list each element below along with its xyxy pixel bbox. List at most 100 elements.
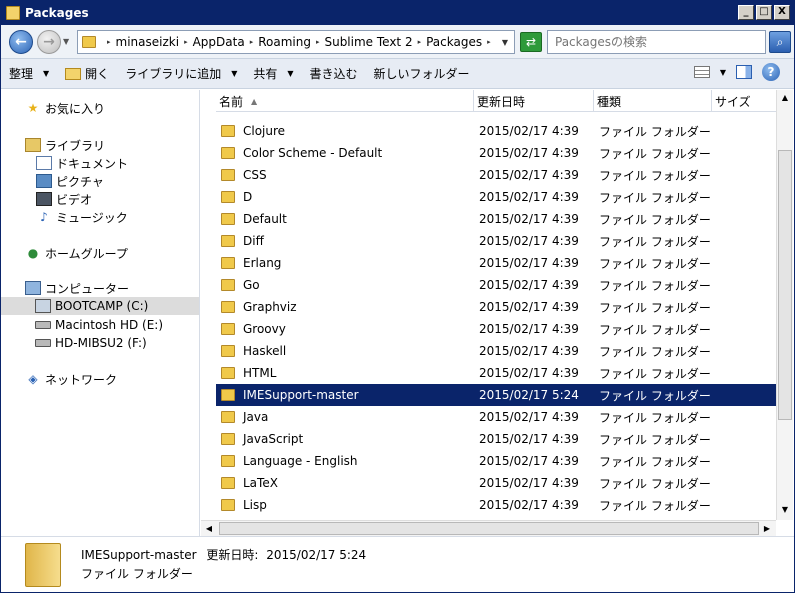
burn-button[interactable]: 書き込む <box>302 62 366 86</box>
new-folder-button[interactable]: 新しいフォルダー <box>366 62 478 86</box>
folder-icon <box>221 125 235 137</box>
file-type-cell: ファイル フォルダー <box>599 322 711 337</box>
breadcrumb-item[interactable]: minaseizki <box>116 35 180 49</box>
search-icon[interactable]: ⌕ <box>769 31 791 53</box>
preview-pane-icon[interactable] <box>736 65 752 79</box>
table-row[interactable]: Clojure 2015/02/17 4:39 ファイル フォルダー <box>216 120 776 142</box>
search-input[interactable] <box>547 30 766 54</box>
sidebar-item-computer[interactable]: コンピューター <box>25 279 129 297</box>
file-date-cell: 2015/02/17 4:39 <box>479 344 579 358</box>
recent-pages-chevron-down-icon[interactable]: ▼ <box>63 37 69 46</box>
table-row[interactable]: Lisp 2015/02/17 4:39 ファイル フォルダー <box>216 494 776 516</box>
view-details-icon[interactable] <box>693 66 710 78</box>
file-date-cell: 2015/02/17 4:39 <box>479 432 579 446</box>
breadcrumb-item[interactable]: Packages <box>426 35 482 49</box>
scroll-down-icon[interactable]: ▼ <box>777 502 793 518</box>
sidebar-item-pictures[interactable]: ピクチャ <box>36 172 104 190</box>
sidebar-item-drive-e[interactable]: Macintosh HD (E:) <box>35 316 163 334</box>
table-row[interactable]: Graphviz 2015/02/17 4:39 ファイル フォルダー <box>216 296 776 318</box>
open-folder-icon <box>65 67 82 80</box>
file-date-cell: 2015/02/17 4:39 <box>479 410 579 424</box>
file-date-cell: 2015/02/17 4:39 <box>479 454 579 468</box>
breadcrumb-chevron-icon[interactable]: ▸ <box>487 38 491 46</box>
scroll-up-icon[interactable]: ▲ <box>777 90 793 106</box>
organize-button[interactable]: 整理 ▼ <box>1 62 57 86</box>
table-row[interactable]: D 2015/02/17 4:39 ファイル フォルダー <box>216 186 776 208</box>
breadcrumb[interactable]: ▸ minaseizki ▸ AppData ▸ Roaming ▸ Subli… <box>77 30 515 54</box>
minimize-button[interactable]: _ <box>738 5 754 20</box>
open-button[interactable]: 開く <box>57 62 117 86</box>
chevron-down-icon[interactable]: ▼ <box>720 68 726 77</box>
sidebar-item-videos[interactable]: ビデオ <box>36 190 92 208</box>
sidebar-item-music[interactable]: ♪ ミュージック <box>36 208 128 226</box>
video-icon <box>36 192 52 206</box>
table-row[interactable]: Language - English 2015/02/17 4:39 ファイル フォ… <box>216 450 776 472</box>
file-name-cell: Groovy <box>216 322 474 336</box>
table-row[interactable]: HTML 2015/02/17 4:39 ファイル フォルダー <box>216 362 776 384</box>
breadcrumb-item[interactable]: Roaming <box>258 35 311 49</box>
homegroup-icon: ● <box>27 246 39 260</box>
window-controls: _ □ X <box>738 5 790 20</box>
include-in-library-button[interactable]: ライブラリに追加 ▼ <box>117 62 245 86</box>
table-row[interactable]: Groovy 2015/02/17 4:39 ファイル フォルダー <box>216 318 776 340</box>
help-icon[interactable]: ? <box>762 63 780 81</box>
table-row[interactable]: Color Scheme - Default 2015/02/17 4:39 ファイ… <box>216 142 776 164</box>
folder-icon <box>221 455 235 467</box>
file-name: HTML <box>243 366 277 380</box>
table-row[interactable]: Go 2015/02/17 4:39 ファイル フォルダー <box>216 274 776 296</box>
table-row[interactable]: Java 2015/02/17 4:39 ファイル フォルダー <box>216 406 776 428</box>
scroll-thumb[interactable] <box>778 150 792 420</box>
column-header-type[interactable]: 種類 <box>594 90 712 112</box>
forward-button[interactable]: → <box>37 30 61 54</box>
maximize-button[interactable]: □ <box>756 5 772 20</box>
column-header-date[interactable]: 更新日時 <box>474 90 594 112</box>
sidebar-item-favorites[interactable]: ★ お気に入り <box>25 99 105 117</box>
refresh-button[interactable]: ⇄ <box>520 32 542 52</box>
breadcrumb-item[interactable]: Sublime Text 2 <box>324 35 412 49</box>
breadcrumb-chevron-icon[interactable]: ▸ <box>316 38 320 46</box>
sidebar-item-libraries[interactable]: ライブラリ <box>25 136 105 154</box>
horizontal-scrollbar[interactable]: ◀ ▶ <box>201 520 776 536</box>
file-date-cell: 2015/02/17 4:39 <box>479 366 579 380</box>
address-bar: ← → ▼ ▸ minaseizki ▸ AppData ▸ Roaming ▸… <box>1 25 794 59</box>
breadcrumb-chevron-icon[interactable]: ▸ <box>418 38 422 46</box>
sidebar-item-drive-f[interactable]: HD-MIBSU2 (F:) <box>35 334 147 352</box>
file-name-cell: D <box>216 190 474 204</box>
breadcrumb-chevron-icon[interactable]: ▸ <box>184 38 188 46</box>
column-header-name[interactable]: 名前 ▲ <box>216 90 474 112</box>
sidebar-item-drive-c[interactable]: BOOTCAMP (C:) <box>1 297 199 315</box>
close-button[interactable]: X <box>774 5 790 20</box>
sidebar-item-network[interactable]: ◈ ネットワーク <box>25 370 117 388</box>
folder-icon <box>221 147 235 159</box>
breadcrumb-chevron-icon[interactable]: ▸ <box>250 38 254 46</box>
table-row[interactable]: Diff 2015/02/17 4:39 ファイル フォルダー <box>216 230 776 252</box>
table-row[interactable]: Erlang 2015/02/17 4:39 ファイル フォルダー <box>216 252 776 274</box>
address-history-chevron-down-icon[interactable]: ▼ <box>502 38 508 47</box>
breadcrumb-item[interactable]: AppData <box>193 35 245 49</box>
column-headers: 名前 ▲ 更新日時 種類 サイズ <box>216 90 776 112</box>
vertical-scrollbar[interactable]: ▲ ▼ <box>776 90 793 520</box>
table-row[interactable]: Default 2015/02/17 4:39 ファイル フォルダー <box>216 208 776 230</box>
table-row[interactable]: Haskell 2015/02/17 4:39 ファイル フォルダー <box>216 340 776 362</box>
back-button[interactable]: ← <box>9 30 33 54</box>
table-row[interactable]: CSS 2015/02/17 4:39 ファイル フォルダー <box>216 164 776 186</box>
file-date-cell: 2015/02/17 4:39 <box>479 234 579 248</box>
scroll-left-icon[interactable]: ◀ <box>201 521 217 537</box>
sidebar-item-documents[interactable]: ドキュメント <box>36 154 128 172</box>
column-header-size[interactable]: サイズ <box>712 90 776 112</box>
scroll-right-icon[interactable]: ▶ <box>759 521 775 537</box>
file-type-cell: ファイル フォルダー <box>599 366 711 381</box>
file-name-cell: Haskell <box>216 344 474 358</box>
file-date-cell: 2015/02/17 4:39 <box>479 256 579 270</box>
table-row[interactable]: IMESupport-master 2015/02/17 5:24 ファイル フォル… <box>216 384 776 406</box>
breadcrumb-chevron-icon[interactable]: ▸ <box>107 38 111 46</box>
sidebar-item-homegroup[interactable]: ● ホームグループ <box>25 244 128 262</box>
table-row[interactable]: JavaScript 2015/02/17 4:39 ファイル フォルダー <box>216 428 776 450</box>
scroll-thumb[interactable] <box>219 522 759 535</box>
file-name: Go <box>243 278 260 292</box>
chevron-down-icon: ▼ <box>287 69 294 78</box>
network-icon: ◈ <box>28 372 38 386</box>
table-row[interactable]: LaTeX 2015/02/17 4:39 ファイル フォルダー <box>216 472 776 494</box>
share-button[interactable]: 共有 ▼ <box>245 62 301 86</box>
title-bar[interactable]: Packages _ □ X <box>1 1 794 25</box>
